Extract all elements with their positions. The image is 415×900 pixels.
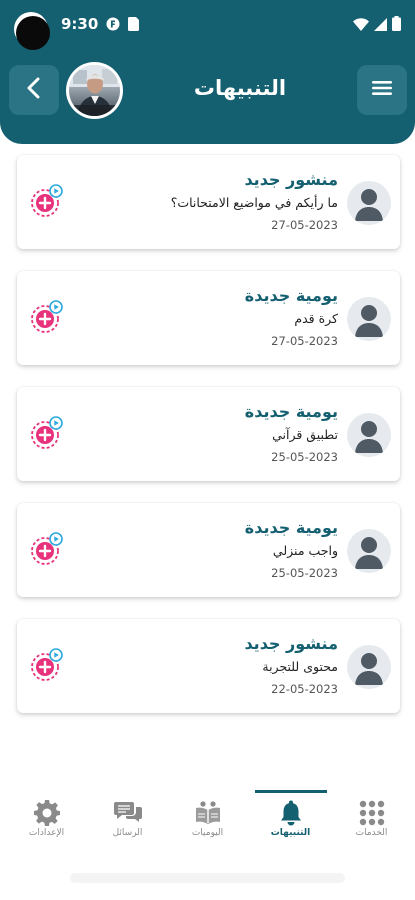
add-media-icon[interactable] (29, 647, 65, 683)
nav-settings[interactable]: الإعدادات (5, 790, 88, 852)
status-time: 9:30 (61, 15, 99, 33)
gesture-bar (70, 873, 345, 883)
notification-subtitle: واجب منزلي (272, 543, 338, 558)
person-placeholder-icon (347, 645, 391, 689)
notification-subtitle: كرة قدم (294, 311, 338, 326)
notification-date: 27-05-2023 (271, 334, 338, 348)
battery-icon (392, 16, 401, 35)
notification-date: 25-05-2023 (271, 450, 338, 464)
camera-lens (16, 16, 50, 50)
notification-card[interactable]: منشور جديد ما رأيكم في مواضيع الامتحانات… (17, 155, 400, 249)
grid-icon (359, 800, 385, 830)
wifi-icon (353, 16, 369, 35)
status-bar: 9:30 (0, 0, 415, 52)
sim-card-icon (128, 16, 139, 35)
notification-date: 27-05-2023 (271, 218, 338, 232)
person-placeholder-icon (347, 529, 391, 573)
user-photo-icon (69, 65, 120, 116)
notification-card[interactable]: يومية جديدة كرة قدم 27-05-2023 (17, 271, 400, 365)
person-placeholder-icon (347, 181, 391, 225)
nav-label: الخدمات (355, 828, 388, 838)
menu-button[interactable] (357, 65, 407, 115)
add-media-icon[interactable] (29, 415, 65, 451)
notification-date: 25-05-2023 (271, 566, 338, 580)
nav-notifications[interactable]: التنبيهات (249, 790, 332, 852)
nav-label: الرسائل (112, 828, 143, 838)
notification-title: يومية جديدة (244, 402, 338, 421)
nav-services[interactable]: الخدمات (330, 790, 413, 852)
bottom-navigation: الخدمات التنبيهات اليوميات الرسائل الإعد… (0, 790, 415, 860)
notification-card[interactable]: يومية جديدة واجب منزلي 25-05-2023 (17, 503, 400, 597)
signal-icon (374, 16, 387, 35)
notification-title: منشور جديد (244, 170, 338, 189)
notification-title: يومية جديدة (244, 286, 338, 305)
app-notification-icon (106, 16, 120, 35)
notifications-list: منشور جديد ما رأيكم في مواضيع الامتحانات… (17, 155, 400, 735)
notification-subtitle: تطبيق قرآني (272, 427, 338, 442)
notification-subtitle: ما رأيكم في مواضيع الامتحانات؟ (170, 195, 338, 210)
chevron-left-icon (26, 77, 42, 103)
person-placeholder-icon (347, 413, 391, 457)
notification-title: منشور جديد (244, 634, 338, 653)
notification-date: 22-05-2023 (271, 682, 338, 696)
nav-label: اليوميات (191, 828, 224, 838)
chat-icon (113, 800, 142, 828)
hamburger-menu-icon (372, 80, 392, 100)
page-title: التنبيهات (193, 76, 287, 100)
add-media-icon[interactable] (29, 531, 65, 567)
nav-diaries[interactable]: اليوميات (166, 790, 249, 852)
user-avatar[interactable] (66, 62, 123, 119)
add-media-icon[interactable] (29, 299, 65, 335)
nav-label: الإعدادات (28, 828, 65, 838)
gear-icon (33, 800, 60, 830)
notification-subtitle: محتوى للتجربة (262, 659, 338, 674)
notification-title: يومية جديدة (244, 518, 338, 537)
diary-icon (194, 800, 222, 828)
nav-label: التنبيهات (270, 828, 311, 838)
person-placeholder-icon (347, 297, 391, 341)
add-media-icon[interactable] (29, 183, 65, 219)
app-header: 9:30 التنبيهات (0, 0, 415, 144)
notification-card[interactable]: منشور جديد محتوى للتجربة 22-05-2023 (17, 619, 400, 713)
nav-messages[interactable]: الرسائل (86, 790, 169, 852)
bell-icon (280, 800, 302, 830)
notification-card[interactable]: يومية جديدة تطبيق قرآني 25-05-2023 (17, 387, 400, 481)
back-button[interactable] (9, 65, 59, 115)
